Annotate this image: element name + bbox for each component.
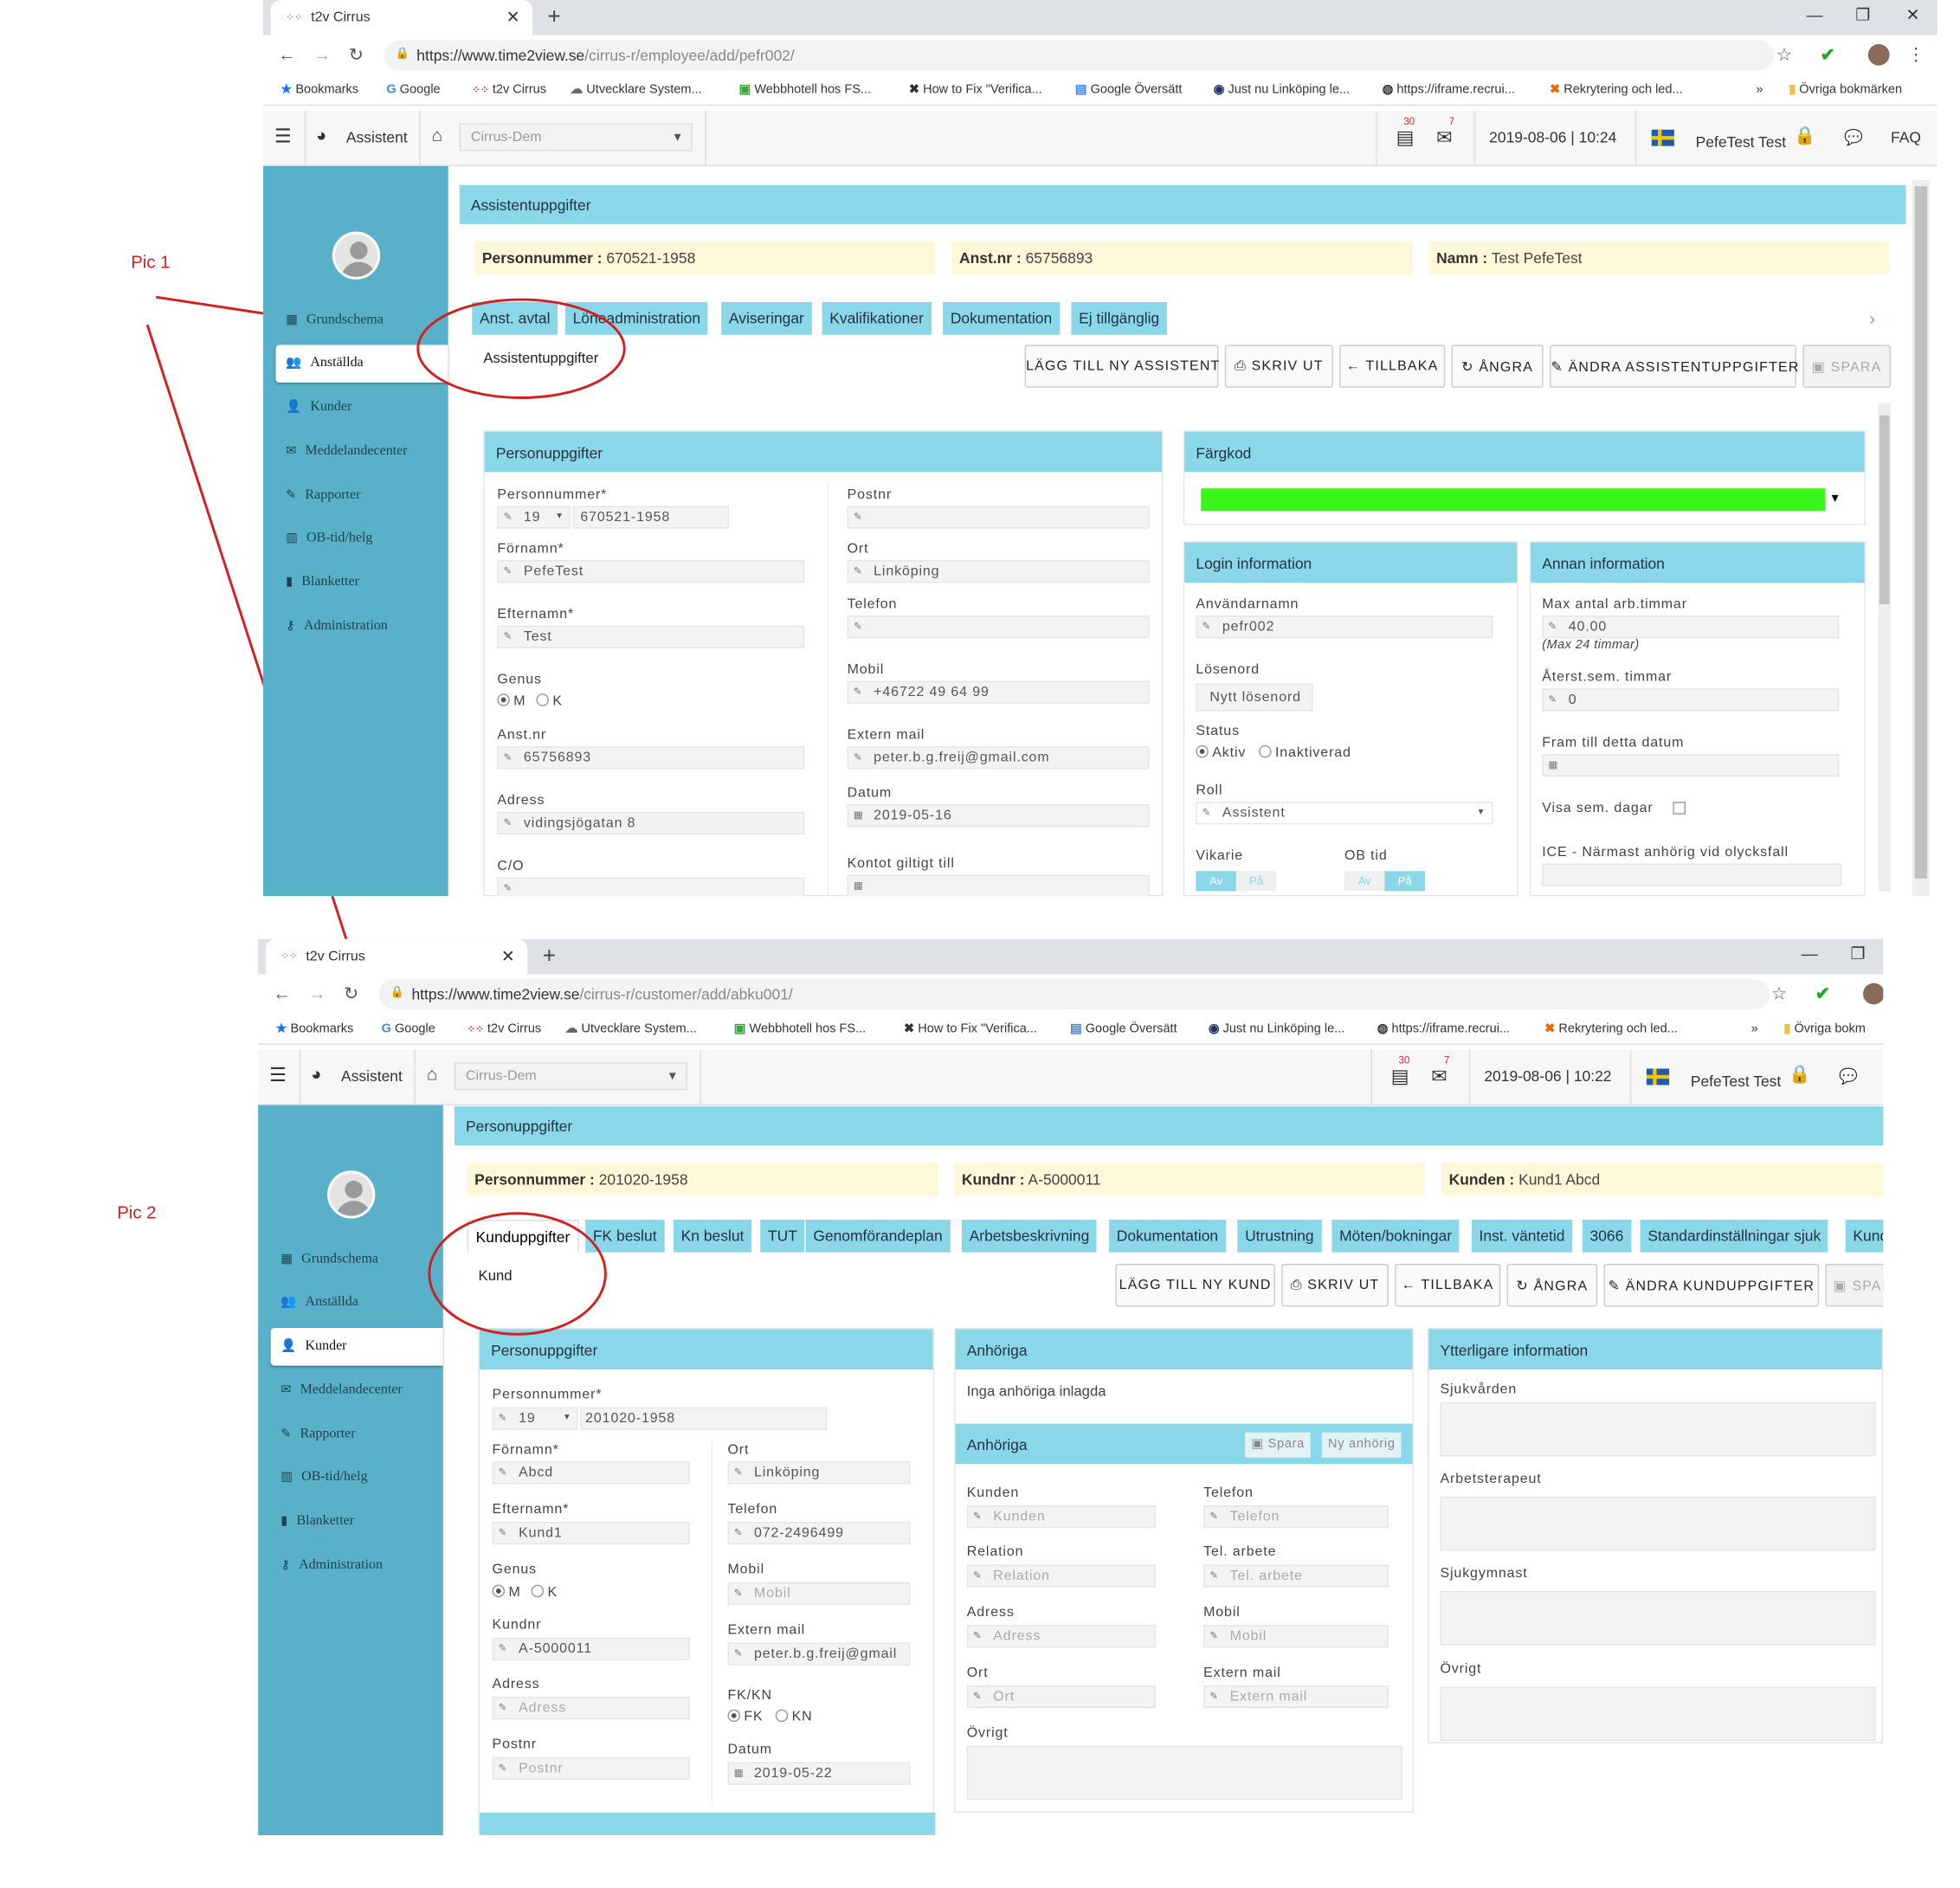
annotation-circle-1 bbox=[416, 298, 626, 399]
annotation-circles bbox=[416, 298, 626, 1336]
annotation-circle-2 bbox=[428, 1212, 607, 1336]
